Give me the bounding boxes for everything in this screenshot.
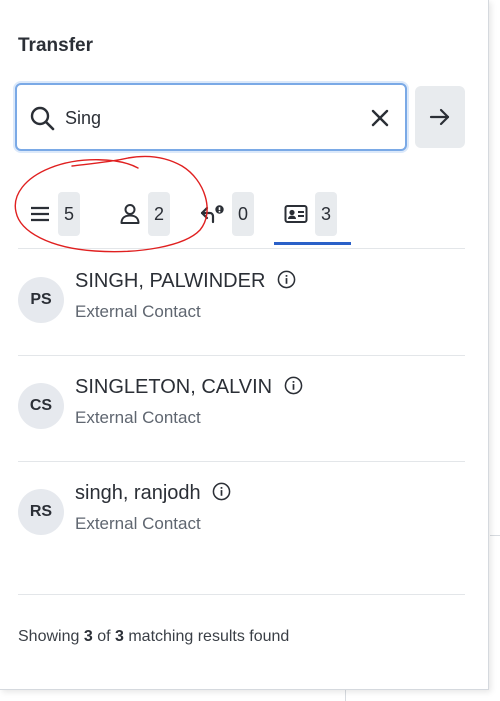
info-icon[interactable] — [277, 270, 296, 289]
results-summary: Showing 3 of 3 matching results found — [18, 628, 289, 646]
summary-total-count: 3 — [114, 628, 124, 645]
contact-name: singh, ranjodh — [75, 482, 201, 504]
tab-queues[interactable]: 0 — [200, 185, 254, 243]
tab-count: 5 — [58, 192, 80, 236]
divider — [18, 248, 465, 249]
search-icon — [30, 106, 55, 131]
info-icon[interactable] — [212, 482, 231, 501]
tab-count: 0 — [232, 192, 254, 236]
queue-transfer-icon — [200, 205, 224, 224]
submit-search-button[interactable] — [415, 86, 465, 148]
contact-type: External Contact — [75, 302, 201, 321]
selected-tab-indicator — [274, 242, 351, 245]
result-filter-tabs: 5 2 0 3 — [18, 185, 466, 250]
list-item[interactable]: CS SINGLETON, CALVIN External Contact — [18, 356, 465, 460]
tab-count: 2 — [148, 192, 170, 236]
divider — [18, 594, 465, 595]
background-divider — [345, 690, 346, 701]
close-icon[interactable] — [369, 107, 391, 129]
avatar: CS — [18, 383, 64, 429]
list-item[interactable]: RS singh, ranjodh External Contact — [18, 462, 465, 566]
background-divider — [490, 535, 500, 536]
summary-shown-count: 3 — [83, 628, 93, 645]
transfer-panel: Transfer 5 — [0, 0, 489, 690]
contact-name: SINGH, PALWINDER — [75, 270, 266, 292]
list-item[interactable]: PS SINGH, PALWINDER External Contact — [18, 250, 465, 354]
contact-card-icon — [284, 205, 308, 223]
contact-name: SINGLETON, CALVIN — [75, 376, 273, 398]
summary-suffix: matching results found — [128, 628, 290, 645]
search-input[interactable] — [65, 99, 345, 137]
panel-title: Transfer — [18, 35, 93, 56]
tab-all[interactable]: 5 — [28, 185, 80, 243]
avatar: PS — [18, 277, 64, 323]
tab-external-contacts[interactable]: 3 — [283, 185, 337, 243]
summary-prefix: Showing — [18, 628, 80, 645]
tab-users[interactable]: 2 — [118, 185, 170, 243]
avatar: RS — [18, 489, 64, 535]
arrow-right-icon — [429, 108, 450, 126]
summary-of: of — [97, 628, 111, 645]
menu-icon — [31, 206, 49, 222]
contact-type: External Contact — [75, 408, 201, 427]
search-box[interactable] — [15, 83, 407, 151]
person-icon — [120, 204, 140, 224]
info-icon[interactable] — [284, 376, 303, 395]
tab-count: 3 — [315, 192, 337, 236]
contact-type: External Contact — [75, 514, 201, 533]
